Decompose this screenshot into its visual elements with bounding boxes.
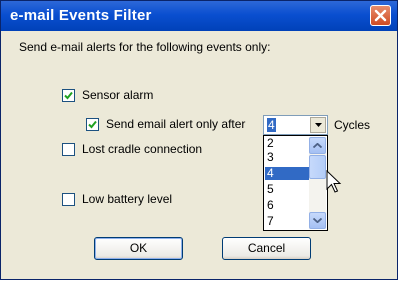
lost-cradle-label: Lost cradle connection [82, 142, 203, 156]
close-button[interactable] [370, 5, 391, 26]
scroll-thumb[interactable] [309, 155, 326, 179]
cycles-combobox-value: 4 [267, 118, 276, 132]
mouse-pointer-icon [326, 170, 342, 193]
cancel-button[interactable]: Cancel [222, 237, 311, 260]
scroll-up-button[interactable] [309, 137, 326, 154]
intro-text: Send e-mail alerts for the following eve… [19, 40, 271, 54]
email-after-checkbox[interactable] [86, 118, 99, 131]
sensor-alarm-checkbox[interactable] [62, 89, 75, 102]
checkmark-icon [88, 120, 97, 129]
dropdown-option[interactable]: 7 [265, 215, 312, 228]
dropdown-option[interactable]: 3 [265, 151, 312, 164]
cycles-suffix-label: Cycles [334, 118, 371, 132]
chevron-up-icon [313, 143, 322, 148]
email-after-label: Send email alert only after [106, 117, 246, 131]
dropdown-option[interactable]: 6 [265, 199, 312, 212]
dropdown-scrollbar[interactable] [309, 137, 326, 229]
chevron-down-icon [315, 123, 322, 127]
title-bar[interactable]: e-mail Events Filter [1, 1, 397, 31]
cycles-combobox[interactable]: 4 [263, 115, 328, 135]
dropdown-option[interactable]: 5 [265, 183, 312, 196]
close-icon [374, 9, 387, 22]
combobox-dropdown-button[interactable] [310, 117, 326, 133]
chevron-down-icon [313, 218, 322, 223]
cycles-dropdown-list[interactable]: 2 3 4 5 6 7 [263, 135, 328, 231]
window-title: e-mail Events Filter [10, 7, 152, 24]
dropdown-option-selected[interactable]: 4 [265, 167, 312, 180]
scroll-down-button[interactable] [309, 212, 326, 229]
dropdown-option[interactable]: 2 [265, 137, 312, 150]
ok-button[interactable]: OK [94, 237, 183, 260]
sensor-alarm-label: Sensor alarm [82, 88, 154, 102]
low-battery-label: Low battery level [82, 192, 173, 206]
lost-cradle-checkbox[interactable] [62, 143, 75, 156]
low-battery-checkbox[interactable] [62, 193, 75, 206]
checkmark-icon [64, 91, 73, 100]
